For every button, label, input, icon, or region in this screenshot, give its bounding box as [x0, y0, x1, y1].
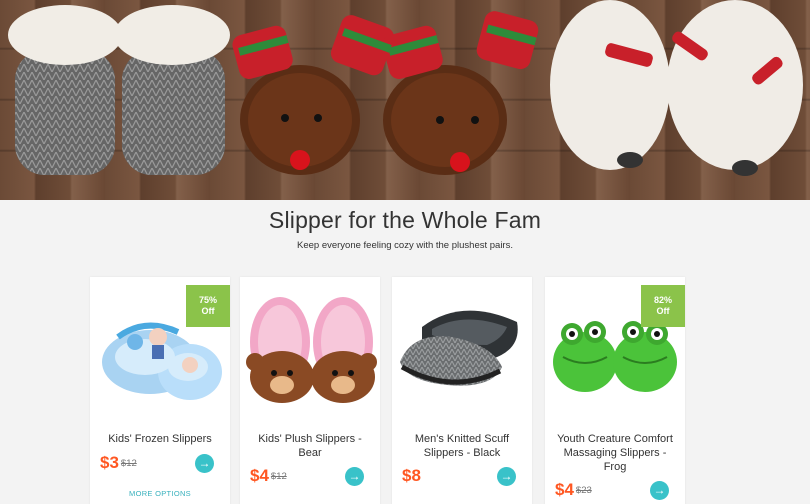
knitted-slipper-image — [400, 310, 518, 386]
product-name[interactable]: Kids' Plush Slippers - Bear — [250, 432, 370, 460]
section-title: Slipper for the Whole Fam — [268, 207, 542, 233]
price-row: $4 $12 → — [250, 466, 370, 488]
product-card-knitted[interactable]: Men's Knitted Scuff Slippers - Black $8 … — [392, 277, 532, 504]
section-subtitle: Keep everyone feeling cozy with the plus… — [297, 240, 513, 251]
badge-percent: 82% — [653, 295, 672, 305]
more-options-link[interactable]: MORE OPTIONS — [90, 489, 230, 498]
discount-badge: 82% Off — [641, 285, 685, 327]
sale-price: $4 — [250, 466, 269, 485]
sale-price: $3 — [100, 453, 119, 472]
product-card-frog[interactable]: 82% Off Youth Creature Comfort Massaging… — [545, 277, 685, 504]
arrow-right-icon[interactable]: → — [195, 454, 214, 473]
product-card-frozen[interactable]: 75% Off Kids' Frozen Slippers $3 $12 → MO… — [90, 277, 230, 504]
product-name[interactable]: Youth Creature Comfort Massaging Slipper… — [555, 432, 675, 474]
arrow-right-icon[interactable]: → — [497, 467, 516, 486]
price-row: $8 → — [402, 466, 522, 488]
original-price: $12 — [270, 470, 287, 482]
arrow-right-icon[interactable]: → — [650, 481, 669, 500]
product-name[interactable]: Kids' Frozen Slippers — [100, 432, 220, 446]
badge-off: Off — [656, 306, 670, 316]
price-row: $4 $23 → — [555, 480, 675, 502]
slipper-photo-icon — [8, 0, 803, 176]
discount-badge: 75% Off — [186, 285, 230, 327]
product-card-bear[interactable]: Kids' Plush Slippers - Bear $4 $12 → — [240, 277, 380, 504]
section-header: Slipper for the Whole Fam Keep everyone … — [0, 207, 810, 251]
sale-price: $4 — [555, 480, 574, 499]
original-price: $12 — [120, 457, 137, 469]
original-price: $23 — [575, 484, 592, 496]
arrow-right-icon[interactable]: → — [345, 467, 364, 486]
product-name[interactable]: Men's Knitted Scuff Slippers - Black — [402, 432, 522, 460]
hero-banner[interactable] — [0, 0, 810, 200]
badge-percent: 75% — [198, 295, 217, 305]
sale-price: $8 — [402, 466, 421, 485]
price-row: $3 $12 → — [100, 453, 220, 475]
badge-off: Off — [201, 306, 215, 316]
bear-slipper-image — [246, 297, 377, 403]
